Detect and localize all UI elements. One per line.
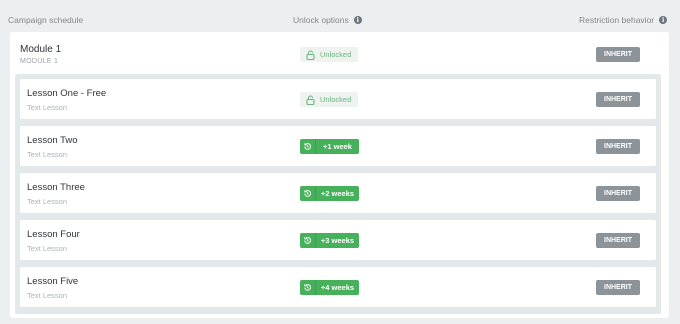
lesson-unlock-label: +4 weeks (320, 283, 355, 292)
header-unlock-options: Unlock options i (293, 15, 362, 25)
lesson-type: Text Lesson (27, 150, 68, 159)
header-campaign-schedule-label: Campaign schedule (8, 15, 84, 25)
lesson-unlock-label: +2 weeks (320, 189, 355, 198)
lesson-type: Text Lesson (27, 291, 68, 300)
module-title: Module 1 (20, 44, 62, 55)
lesson-inherit-button[interactable]: INHERIT (596, 139, 640, 154)
header-restriction-behavior-label: Restriction behavior (579, 15, 655, 25)
lesson-title: Lesson One - Free (27, 88, 107, 99)
lesson-unlock-label: Unlocked (320, 95, 352, 104)
lesson-inherit-button[interactable]: INHERIT (596, 280, 640, 295)
lessons-container: Lesson One - Free Text Lesson Unlocked I… (15, 74, 661, 314)
lesson-type: Text Lesson (27, 244, 68, 253)
module-inherit-button[interactable]: INHERIT (596, 47, 640, 62)
lesson-title: Lesson Three (27, 182, 85, 193)
module-subtitle: MODULE 1 (20, 58, 59, 65)
lesson-unlock-label: +3 weeks (320, 236, 355, 245)
lesson-title: Lesson Five (27, 276, 79, 287)
info-icon[interactable]: i (659, 16, 668, 24)
lesson-unlock-delay-button[interactable]: +2 weeks (300, 186, 359, 201)
lesson-row: Lesson Four Text Lesson +3 weeks INHERIT (20, 220, 656, 260)
header-campaign-schedule: Campaign schedule (8, 15, 83, 25)
module-unlock-label: Unlocked (320, 50, 352, 59)
lesson-unlock-delay-button[interactable]: +4 weeks (300, 280, 359, 295)
lesson-unlock-label: +1 week (323, 142, 352, 151)
history-icon (300, 186, 316, 201)
unlock-icon (300, 94, 320, 105)
lesson-inherit-button[interactable]: INHERIT (596, 186, 640, 201)
lesson-title: Lesson Four (27, 229, 80, 240)
history-icon (300, 280, 316, 295)
module-unlock-option[interactable]: Unlocked (300, 47, 358, 62)
lesson-unlock-delay-button[interactable]: +1 week (300, 139, 359, 154)
lesson-row: Lesson One - Free Text Lesson Unlocked I… (20, 79, 656, 119)
history-icon (300, 233, 316, 248)
lesson-unlock-option[interactable]: Unlocked (300, 92, 358, 107)
lesson-inherit-button[interactable]: INHERIT (596, 233, 640, 248)
lesson-inherit-button[interactable]: INHERIT (596, 92, 640, 107)
header-unlock-options-label: Unlock options (293, 15, 349, 25)
lesson-row: Lesson Five Text Lesson +4 weeks INHERIT (20, 267, 656, 307)
unlock-icon (300, 49, 320, 60)
lesson-type: Text Lesson (27, 197, 68, 206)
lesson-row: Lesson Two Text Lesson +1 week INHERIT (20, 126, 656, 166)
lesson-unlock-delay-button[interactable]: +3 weeks (300, 233, 359, 248)
lesson-type: Text Lesson (27, 103, 68, 112)
header-restriction-behavior: Restriction behavior i (579, 15, 668, 25)
history-icon (300, 139, 316, 154)
lesson-row: Lesson Three Text Lesson +2 weeks INHERI… (20, 173, 656, 213)
lesson-title: Lesson Two (27, 135, 78, 146)
info-icon[interactable]: i (353, 16, 362, 24)
module-panel: Module 1 MODULE 1 Unlocked INHERIT Lesso… (10, 32, 669, 318)
